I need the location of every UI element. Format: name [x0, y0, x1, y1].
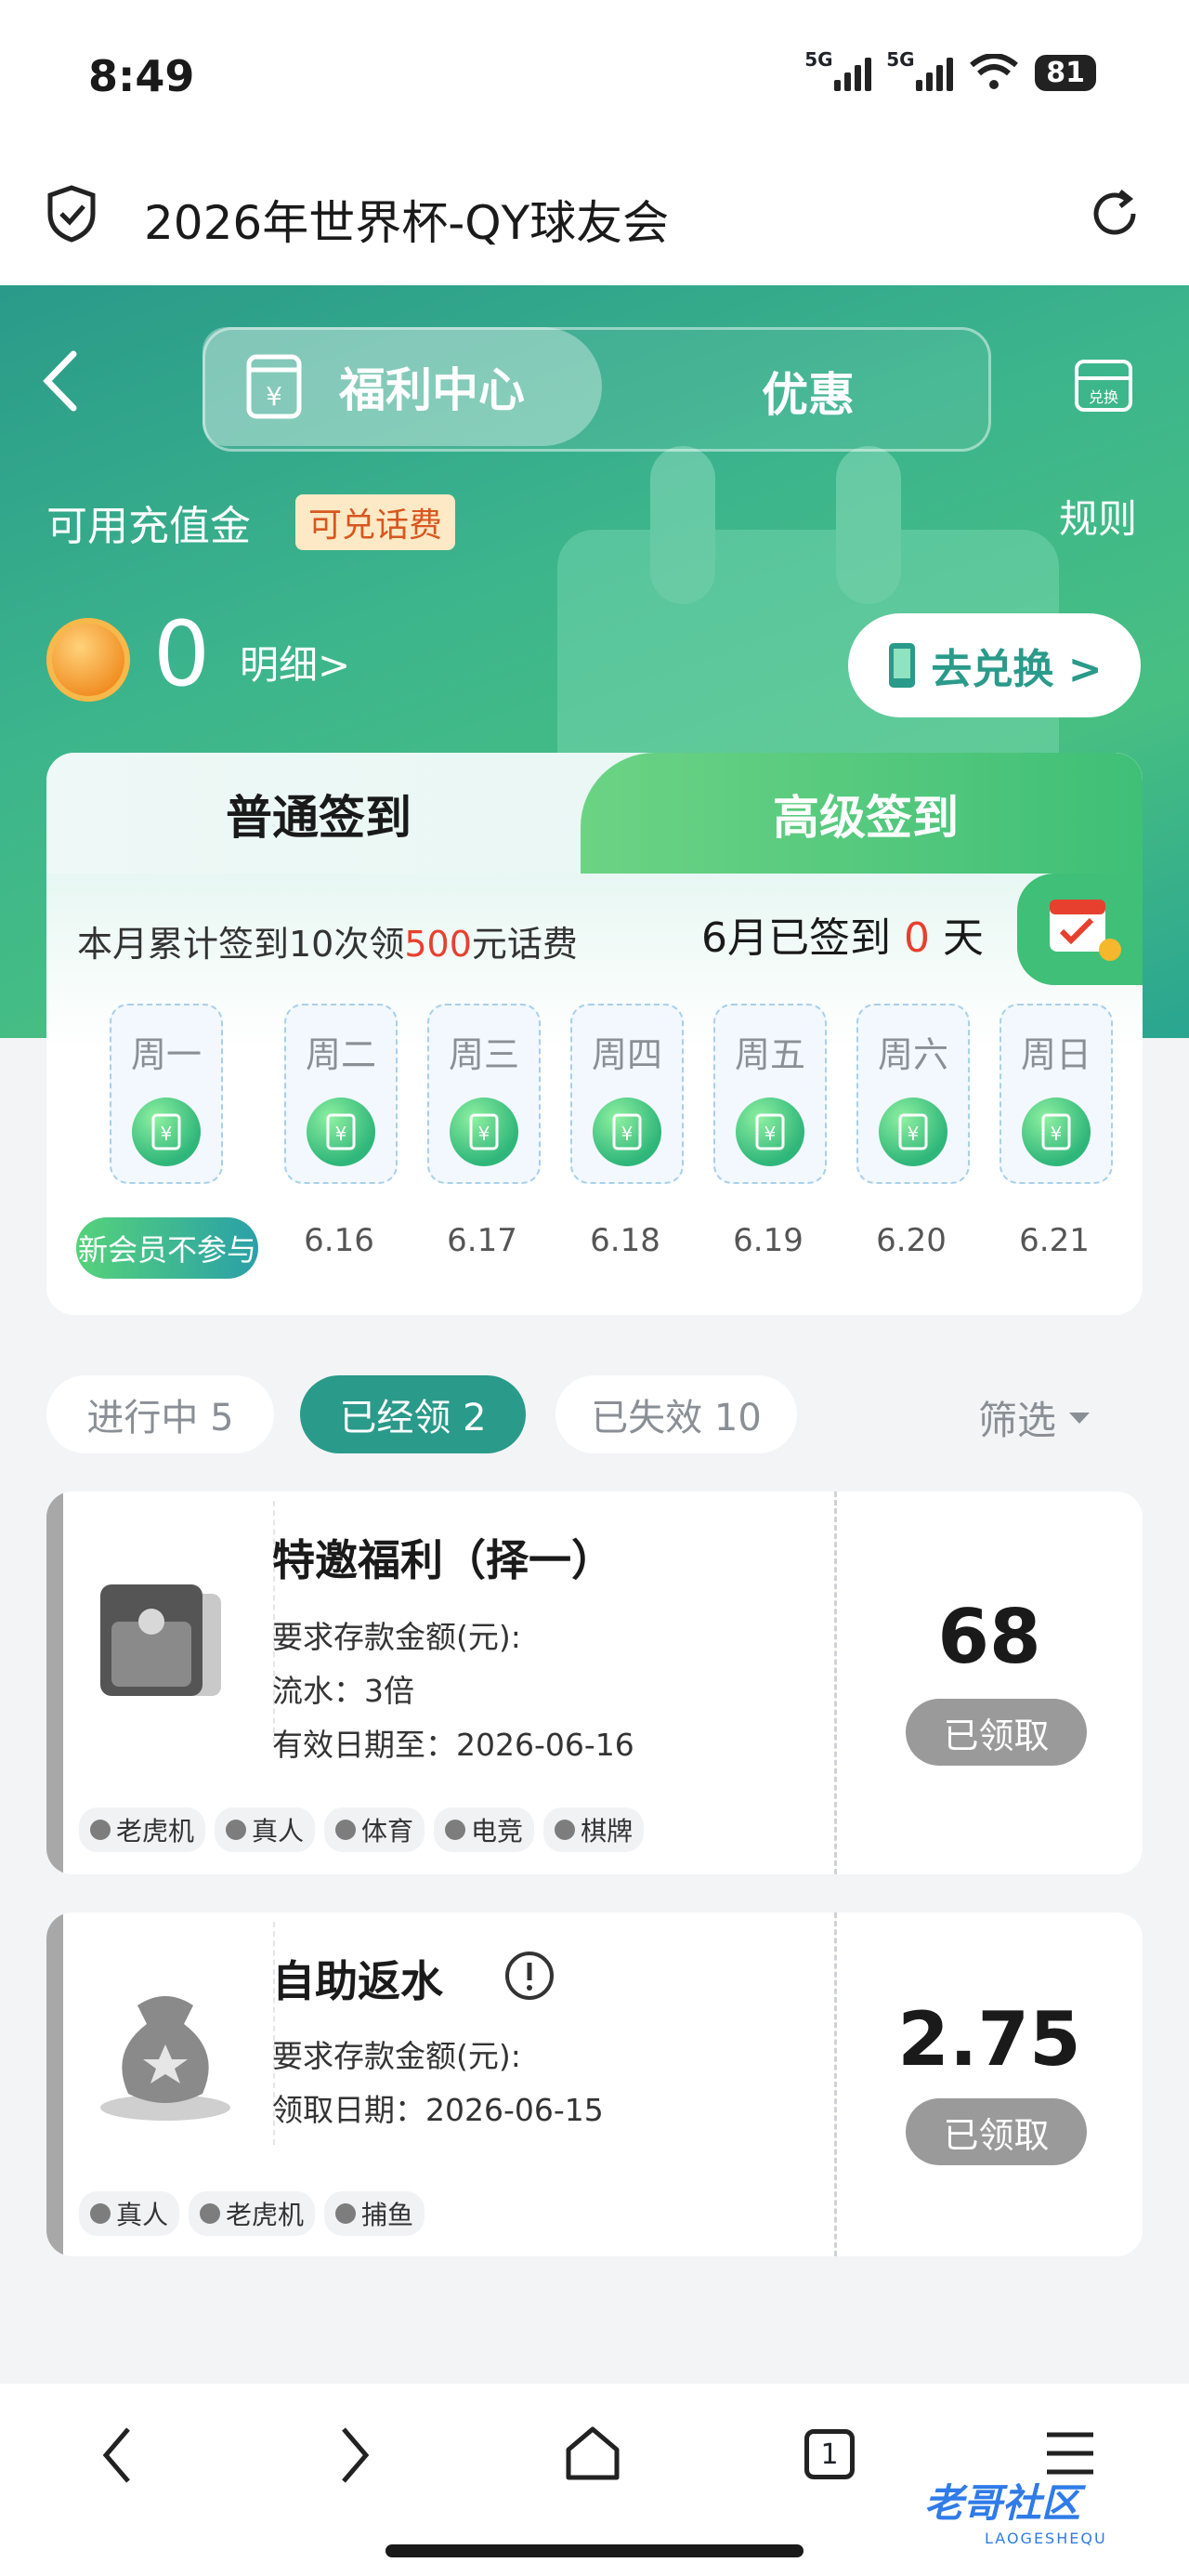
reward-card: 自助返水 要求存款金额(元): 领取日期：2026-06-15 2.75 已领取…	[46, 1912, 1143, 2256]
home-icon[interactable]	[563, 2424, 622, 2483]
tag-item: 真人	[79, 2191, 180, 2236]
day-date: 6.21	[1019, 1222, 1090, 1259]
redeem-button[interactable]: 兑换	[1073, 358, 1134, 417]
money-bag-icon	[100, 1996, 230, 2121]
signed-days-text: 6月已签到 0 天	[701, 914, 984, 962]
day-date: 6.17	[447, 1222, 517, 1259]
yuan-coin-icon: ¥	[879, 1097, 947, 1166]
info-icon[interactable]	[503, 1950, 555, 2002]
game-tags: 真人 老虎机 捕鱼	[79, 2191, 425, 2236]
yuan-coin-icon: ¥	[450, 1097, 518, 1166]
day-date: 6.20	[876, 1222, 947, 1259]
browser-back-icon[interactable]	[100, 2425, 134, 2485]
tab-promo[interactable]: 优惠	[762, 358, 855, 425]
shield-icon[interactable]	[45, 184, 98, 243]
claimed-button[interactable]: 已领取	[906, 1699, 1087, 1766]
coin-icon	[46, 618, 130, 702]
wallet-icon: ¥	[246, 354, 302, 419]
available-funds-label: 可用充值金	[46, 503, 251, 550]
day-saturday[interactable]: 周六 ¥	[856, 1004, 970, 1184]
reward-amount: 68	[937, 1594, 1041, 1680]
reward-claim-date: 领取日期：2026-06-15	[272, 2092, 604, 2128]
tag-item: 真人	[215, 1807, 316, 1852]
filter-in-progress[interactable]: 进行中 5	[46, 1375, 274, 1453]
calendar-icon[interactable]	[1017, 874, 1143, 985]
day-date: 6.16	[304, 1222, 374, 1259]
reward-deposit: 要求存款金额(元):	[272, 2038, 521, 2074]
refresh-icon[interactable]	[1087, 186, 1143, 242]
balance-value: 0	[153, 602, 211, 706]
svg-text:¥: ¥	[764, 1123, 777, 1145]
day-friday[interactable]: 周五 ¥	[713, 1004, 827, 1184]
filter-dropdown[interactable]: 筛选	[978, 1389, 1091, 1446]
day-tuesday[interactable]: 周二 ¥	[284, 1004, 398, 1184]
wifi-icon	[970, 54, 1019, 89]
day-date: 6.18	[590, 1222, 660, 1259]
phone-credit-badge: 可兑话费	[295, 494, 456, 550]
phone-icon	[889, 643, 916, 688]
yuan-coin-icon: ¥	[307, 1097, 375, 1166]
watermark-subtext: LAOGESHEQU	[985, 2530, 1107, 2547]
reward-deposit: 要求存款金额(元):	[272, 1619, 521, 1655]
yuan-coin-icon: ¥	[593, 1097, 661, 1166]
back-icon[interactable]	[42, 348, 79, 414]
battery-indicator: 81	[1035, 54, 1096, 91]
go-redeem-button[interactable]: 去兑换 >	[848, 613, 1141, 717]
reward-amount: 2.75	[897, 1996, 1081, 2083]
rules-link[interactable]: 规则	[1059, 488, 1137, 545]
day-monday[interactable]: 周一 ¥	[110, 1004, 223, 1184]
new-member-badge: 新会员不参与	[76, 1217, 258, 1279]
chevron-down-icon	[1069, 1412, 1091, 1424]
tag-item: 老虎机	[79, 1807, 206, 1852]
tag-item: 捕鱼	[324, 2191, 425, 2236]
reward-title: 特邀福利（择一）	[272, 1535, 614, 1585]
browser-forward-icon[interactable]	[338, 2425, 372, 2485]
tag-item: 老虎机	[189, 2191, 316, 2236]
sign-in-card: 普通签到 高级签到 本月累计签到10次领500元话费 6月已签到 0 天 周一 …	[46, 753, 1143, 1315]
status-icons: 5G 5G 81	[804, 48, 1096, 91]
yuan-coin-icon: ¥	[1022, 1097, 1091, 1166]
tag-item: 电竞	[434, 1807, 535, 1852]
svg-text:兑换: 兑换	[1089, 388, 1118, 406]
tab-welfare-label[interactable]: 福利中心	[339, 353, 525, 420]
svg-text:¥: ¥	[266, 381, 282, 412]
yuan-coin-icon: ¥	[132, 1097, 201, 1166]
status-time: 8:49	[88, 51, 195, 101]
tab-advanced-label[interactable]: 高级签到	[773, 781, 959, 848]
watermark-logo: 老哥社区	[924, 2480, 1081, 2526]
yuan-coin-icon: ¥	[736, 1097, 804, 1166]
svg-text:¥: ¥	[161, 1123, 173, 1145]
detail-link[interactable]: 明细>	[240, 634, 350, 690]
reward-title: 自助返水	[272, 1956, 443, 2006]
signal-icon: 5G	[804, 48, 872, 91]
svg-text:¥: ¥	[335, 1123, 347, 1145]
svg-text:¥: ¥	[478, 1123, 490, 1145]
home-indicator[interactable]	[385, 2544, 804, 2557]
day-date: 6.19	[733, 1222, 804, 1259]
day-wednesday[interactable]: 周三 ¥	[427, 1004, 541, 1184]
tag-item: 棋牌	[543, 1807, 645, 1852]
menu-icon[interactable]	[1045, 2430, 1095, 2477]
tabs-button[interactable]: 1	[804, 2429, 855, 2479]
red-envelope-icon	[100, 1584, 221, 1696]
claimed-button[interactable]: 已领取	[906, 2098, 1087, 2165]
accumulate-text: 本月累计签到10次领500元话费	[77, 924, 578, 965]
game-tags: 老虎机 真人 体育 电竞 棋牌	[79, 1807, 645, 1852]
tag-item: 体育	[324, 1807, 425, 1852]
page-title: 2026年世界杯-QY球友会	[144, 196, 670, 250]
svg-text:¥: ¥	[1051, 1123, 1063, 1145]
filter-claimed[interactable]: 已经领 2	[300, 1375, 526, 1453]
svg-text:¥: ¥	[908, 1123, 920, 1145]
svg-text:¥: ¥	[621, 1123, 634, 1145]
reward-card: 特邀福利（择一） 要求存款金额(元): 流水：3倍 有效日期至：2026-06-…	[46, 1492, 1143, 1874]
voucher-icon: 兑换	[1075, 360, 1132, 412]
reward-valid-until: 有效日期至：2026-06-16	[272, 1727, 634, 1763]
day-thursday[interactable]: 周四 ¥	[570, 1004, 684, 1184]
reward-turnover: 流水：3倍	[272, 1673, 414, 1709]
day-sunday[interactable]: 周日 ¥	[1000, 1004, 1113, 1184]
tab-normal-sign-in[interactable]: 普通签到	[226, 781, 412, 848]
signal-icon: 5G	[886, 48, 954, 91]
filter-expired[interactable]: 已失效 10	[555, 1375, 797, 1453]
